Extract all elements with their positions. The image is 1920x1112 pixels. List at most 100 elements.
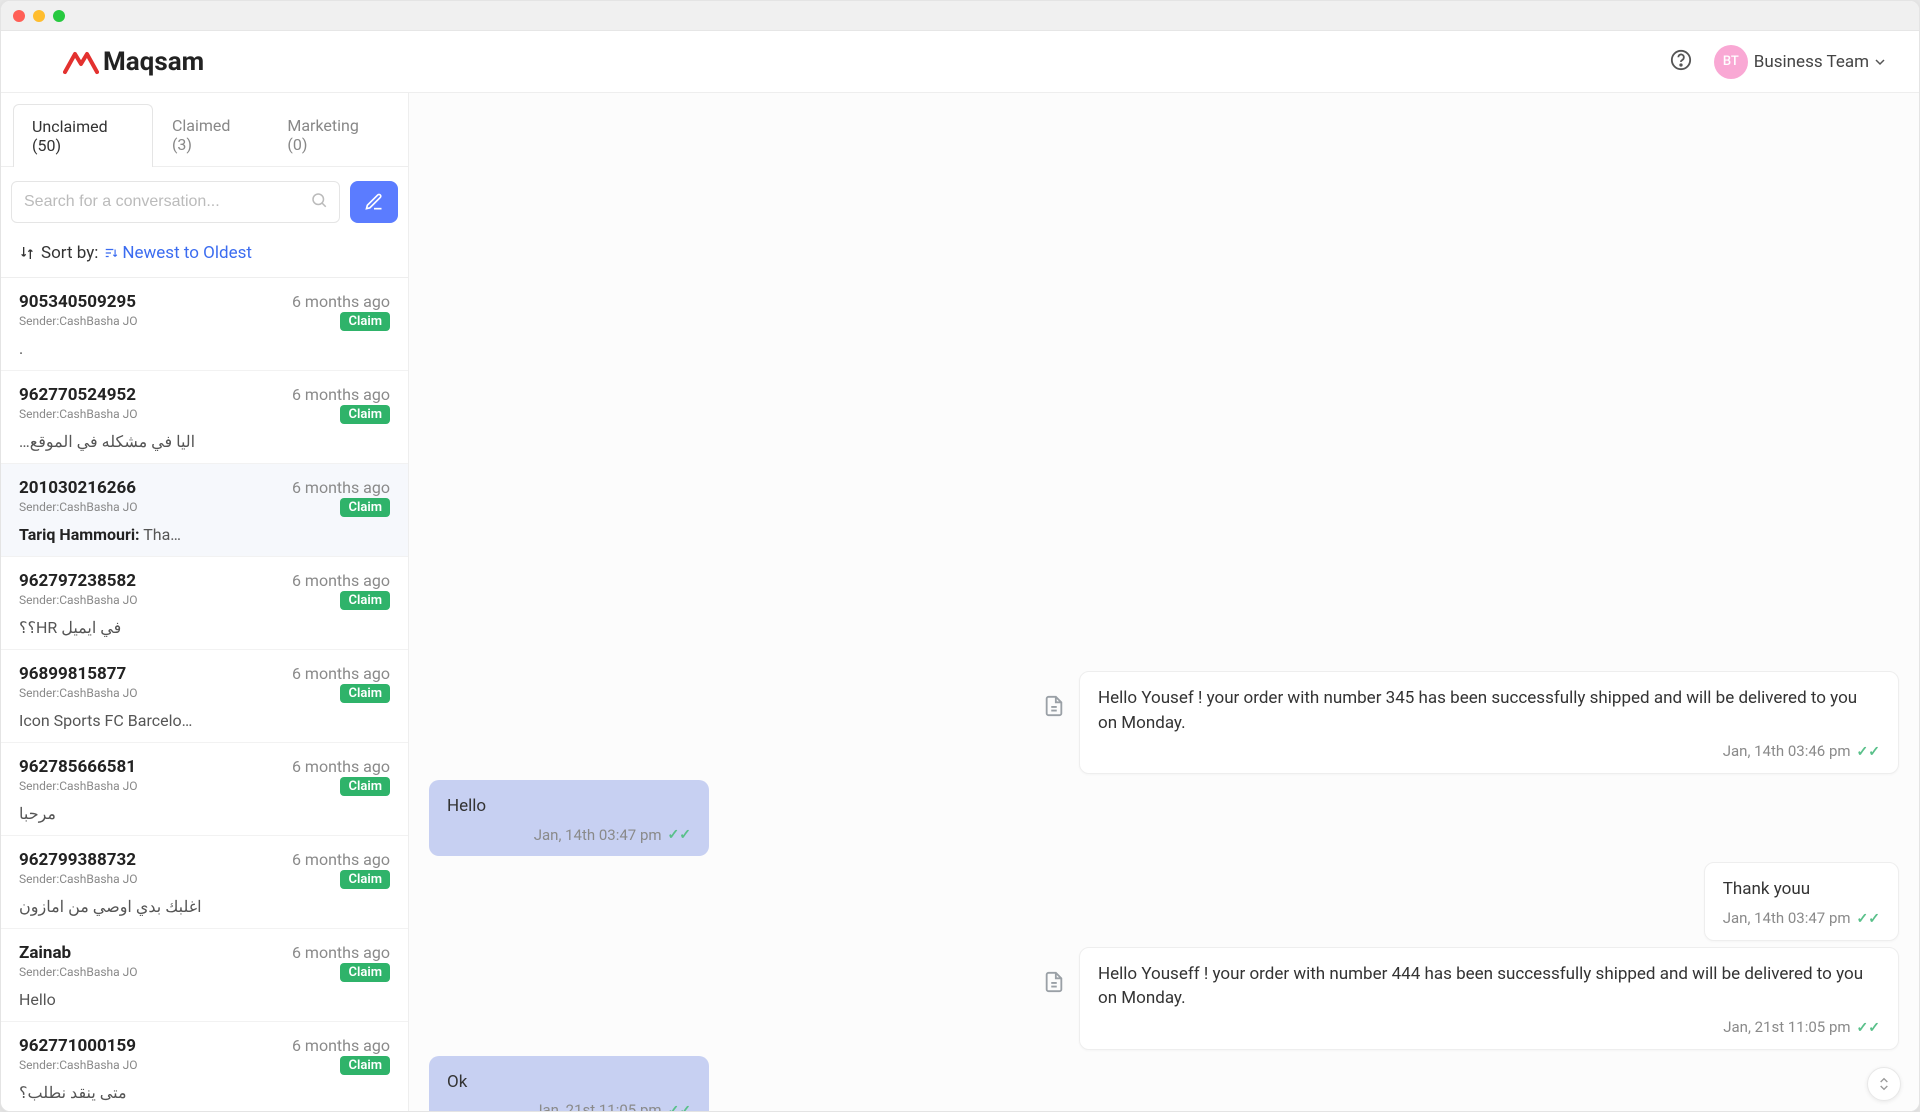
team-dropdown[interactable]: BT Business Team: [1714, 45, 1885, 79]
claim-button[interactable]: Claim: [340, 312, 390, 331]
conversation-item[interactable]: 9627856665816 months agoSender:CashBasha…: [1, 743, 408, 836]
read-ticks-icon: ✓✓: [1857, 909, 1880, 929]
message-time: Jan, 21st 11:05 pm: [1723, 1017, 1850, 1039]
claim-button[interactable]: Claim: [340, 405, 390, 424]
message-time: Jan, 14th 03:47 pm: [534, 825, 662, 847]
claim-button[interactable]: Claim: [340, 777, 390, 796]
conversation-item[interactable]: 9627993887326 months agoSender:CashBasha…: [1, 836, 408, 929]
message-meta: Jan, 21st 11:05 pm✓✓: [447, 1100, 691, 1111]
conversation-preview: Tariq Hammouri: Tha…: [19, 525, 390, 544]
conversation-number: 962797238582: [19, 571, 136, 591]
app-body: Unclaimed (50)Claimed (3)Marketing (0) S…: [1, 93, 1919, 1111]
avatar: BT: [1714, 45, 1748, 79]
sort-arrows-icon: [19, 245, 35, 261]
conversation-preview: مرحبا: [19, 804, 390, 823]
message-row: Thank youuJan, 14th 03:47 pm✓✓: [429, 862, 1899, 940]
conversation-preview: .: [19, 339, 390, 358]
conversation-number: 905340509295: [19, 292, 136, 312]
sort-order-icon: [104, 246, 118, 260]
claim-button[interactable]: Claim: [340, 963, 390, 982]
conversation-number: 962770524952: [19, 385, 136, 405]
conversation-preview: ؟؟HR في ايميل: [19, 618, 390, 637]
sort-label: Sort by:: [41, 243, 98, 263]
conversation-preview: Icon Sports FC Barcelo…: [19, 711, 390, 730]
read-ticks-icon: ✓✓: [668, 1101, 691, 1111]
tab-0[interactable]: Unclaimed (50): [13, 104, 153, 167]
conversation-number: 962799388732: [19, 850, 136, 870]
conversation-time: 6 months ago: [292, 1036, 390, 1055]
claim-button[interactable]: Claim: [340, 684, 390, 703]
app-header: Maqsam BT Business Team: [1, 31, 1919, 93]
sort-row: Sort by: Newest to Oldest: [1, 237, 408, 278]
conversation-time: 6 months ago: [292, 850, 390, 869]
conversation-item[interactable]: 968998158776 months agoSender:CashBasha …: [1, 650, 408, 743]
message-bubble: Hello Youseff ! your order with number 4…: [1079, 947, 1899, 1050]
conversation-preview: اغلبك بدي اوصي من امازون: [19, 897, 390, 916]
chevron-down-icon: [1875, 57, 1885, 67]
message-row: Hello Jan, 14th 03:47 pm✓✓: [429, 780, 1899, 856]
message-list[interactable]: Hello Yousef ! your order with number 34…: [409, 93, 1919, 1111]
message-text: Hello Yousef ! your order with number 34…: [1098, 686, 1880, 735]
claim-button[interactable]: Claim: [340, 591, 390, 610]
conversation-item[interactable]: 9627710001596 months agoSender:CashBasha…: [1, 1022, 408, 1111]
tab-2[interactable]: Marketing (0): [268, 103, 396, 166]
message-meta: Jan, 14th 03:47 pm ✓✓: [1723, 908, 1880, 930]
header-right: BT Business Team: [1670, 45, 1885, 79]
sort-value: Newest to Oldest: [122, 243, 252, 263]
sort-dropdown[interactable]: Newest to Oldest: [104, 243, 252, 263]
brand-logo: Maqsam: [63, 47, 204, 77]
message-time: Jan, 14th 03:47 pm: [1723, 908, 1851, 930]
maximize-window-button[interactable]: [53, 10, 65, 22]
message-text: Hello Youseff ! your order with number 4…: [1098, 962, 1880, 1011]
message-time: Jan, 14th 03:46 pm: [1723, 741, 1851, 763]
message-bubble: Hello Jan, 14th 03:47 pm✓✓: [429, 780, 709, 856]
expand-toggle-button[interactable]: [1867, 1067, 1901, 1101]
conversation-list[interactable]: 9053405092956 months agoSender:CashBasha…: [1, 278, 408, 1111]
claim-button[interactable]: Claim: [340, 1056, 390, 1075]
window-controls: [13, 10, 65, 22]
conversation-time: 6 months ago: [292, 664, 390, 683]
minimize-window-button[interactable]: [33, 10, 45, 22]
message-bubble: Thank youuJan, 14th 03:47 pm✓✓: [1704, 862, 1899, 940]
compose-icon: [364, 192, 384, 212]
team-label: Business Team: [1754, 52, 1869, 72]
search-input[interactable]: [11, 181, 340, 223]
compose-button[interactable]: [350, 181, 398, 223]
claim-button[interactable]: Claim: [340, 870, 390, 889]
message-meta: Jan, 14th 03:47 pm✓✓: [447, 825, 691, 847]
brand-mark-icon: [63, 48, 99, 76]
read-ticks-icon: ✓✓: [1857, 742, 1880, 762]
message-row: Hello Yousef ! your order with number 34…: [429, 671, 1899, 774]
message-bubble: OkJan, 21st 11:05 pm✓✓: [429, 1056, 709, 1111]
chevrons-icon: [1876, 1076, 1892, 1092]
conversation-time: 6 months ago: [292, 757, 390, 776]
close-window-button[interactable]: [13, 10, 25, 22]
conversation-item[interactable]: 9627705249526 months agoSender:CashBasha…: [1, 371, 408, 464]
conversation-time: 6 months ago: [292, 385, 390, 404]
conversation-item[interactable]: 2010302162666 months agoSender:CashBasha…: [1, 464, 408, 557]
conversation-item[interactable]: 9053405092956 months agoSender:CashBasha…: [1, 278, 408, 371]
message-meta: Jan, 14th 03:46 pm ✓✓: [1098, 741, 1880, 763]
help-icon[interactable]: [1670, 49, 1692, 75]
conversation-number: 962771000159: [19, 1036, 136, 1056]
document-icon: [1043, 695, 1069, 721]
conversation-number: 201030216266: [19, 478, 136, 498]
conversation-number: 962785666581: [19, 757, 136, 777]
app-window: Maqsam BT Business Team Unclaimed (50)Cl…: [0, 0, 1920, 1112]
message-text: Hello: [447, 794, 691, 819]
brand-name: Maqsam: [103, 47, 204, 77]
message-meta: Jan, 21st 11:05 pm✓✓: [1098, 1017, 1880, 1039]
conversation-item[interactable]: Zainab6 months agoSender:CashBasha JOCla…: [1, 929, 408, 1022]
search-icon: [310, 191, 328, 213]
conversation-preview: …اليا في مشكله في الموقع: [19, 432, 390, 451]
conversation-number: 96899815877: [19, 664, 126, 684]
conversation-preview: Hello: [19, 990, 390, 1009]
conversation-number: Zainab: [19, 943, 71, 963]
conversation-tabs: Unclaimed (50)Claimed (3)Marketing (0): [1, 93, 408, 167]
claim-button[interactable]: Claim: [340, 498, 390, 517]
conversation-time: 6 months ago: [292, 943, 390, 962]
titlebar: [1, 1, 1919, 31]
conversation-item[interactable]: 9627972385826 months agoSender:CashBasha…: [1, 557, 408, 650]
tab-1[interactable]: Claimed (3): [153, 103, 268, 166]
document-icon: [1043, 971, 1069, 997]
